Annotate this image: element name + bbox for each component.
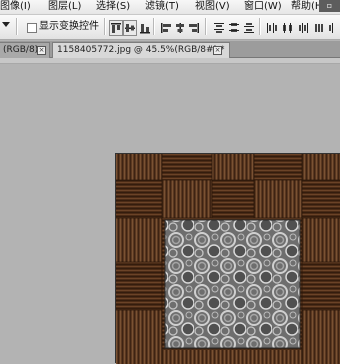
- close-icon[interactable]: ×: [213, 46, 222, 55]
- tab-label: 1158405772.jpg @ 45.5%(RGB/8#) *: [57, 45, 225, 55]
- align-left-edges-icon[interactable]: [159, 20, 173, 36]
- chevron-down-icon[interactable]: [2, 22, 10, 27]
- align-more-icon[interactable]: [327, 20, 340, 36]
- options-bar: 显示变换控件: [0, 15, 340, 40]
- ruler: [0, 58, 340, 64]
- show-transform-controls-label: 显示变换控件: [39, 21, 99, 32]
- menu-bar: 图像(I) 图层(L) 选择(S) 滤镜(T) 视图(V) 窗口(W) 帮助(H…: [0, 0, 340, 15]
- wood-frame-image: [116, 154, 340, 364]
- menu-layer[interactable]: 图层(L): [48, 0, 81, 13]
- menu-filter[interactable]: 滤镜(T): [145, 0, 179, 13]
- close-icon[interactable]: ×: [37, 46, 46, 55]
- align-bottom-edges-icon[interactable]: [138, 20, 152, 36]
- fabric-panel: [164, 219, 301, 349]
- distribute-vcenter-icon[interactable]: [227, 20, 241, 36]
- align-horizontal-centers-icon[interactable]: [173, 20, 187, 36]
- align-vertical-centers-icon[interactable]: [123, 20, 137, 36]
- distribute-hcenter-icon[interactable]: [280, 20, 294, 36]
- document-canvas[interactable]: [116, 154, 340, 364]
- menu-window[interactable]: 窗口(W): [244, 0, 282, 13]
- menu-image[interactable]: 图像(I): [0, 0, 31, 13]
- toolbar-separator: [259, 18, 261, 35]
- show-transform-controls-checkbox[interactable]: [27, 23, 37, 33]
- tab-label: (RGB/8): [3, 45, 39, 55]
- align-right-edges-icon[interactable]: [187, 20, 201, 36]
- toolbar-separator: [153, 18, 155, 35]
- toolbar-separator: [16, 18, 18, 35]
- distribute-top-icon[interactable]: [212, 20, 226, 36]
- workspace-switcher-button[interactable]: ▫: [319, 0, 340, 12]
- auto-align-icon[interactable]: [312, 20, 326, 36]
- distribute-right-icon[interactable]: [296, 20, 310, 36]
- distribute-bottom-icon[interactable]: [242, 20, 256, 36]
- menu-select[interactable]: 选择(S): [96, 0, 130, 13]
- menu-view[interactable]: 视图(V): [195, 0, 230, 13]
- distribute-left-icon[interactable]: [265, 20, 279, 36]
- toolbar-separator: [205, 18, 207, 35]
- toolbar-separator: [104, 18, 106, 35]
- align-top-edges-icon[interactable]: [109, 20, 123, 36]
- tab-document-active[interactable]: 1158405772.jpg @ 45.5%(RGB/8#) * ×: [52, 42, 230, 58]
- document-tab-bar: (RGB/8) × 1158405772.jpg @ 45.5%(RGB/8#)…: [0, 41, 340, 58]
- tab-document-1[interactable]: (RGB/8) ×: [0, 42, 50, 58]
